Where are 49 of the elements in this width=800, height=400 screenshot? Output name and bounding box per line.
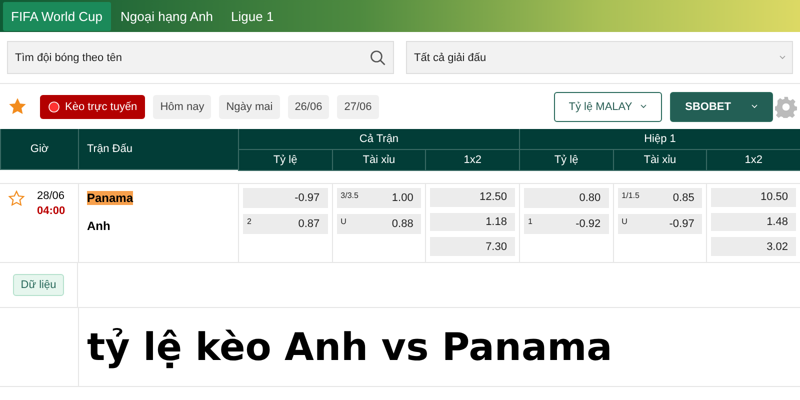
bookmaker-select[interactable]: SBOBET bbox=[670, 92, 773, 122]
odds-cell[interactable]: -0.97 bbox=[243, 188, 328, 208]
data-button[interactable]: Dữ liệu bbox=[12, 274, 64, 296]
search-icon bbox=[369, 48, 387, 66]
odds-cell[interactable]: 3/3.5 1.00 bbox=[336, 188, 422, 208]
odds-cell[interactable]: 1 -0.92 bbox=[524, 214, 609, 234]
column-header: 1x2 bbox=[425, 150, 519, 171]
caret-icon bbox=[751, 104, 758, 109]
odds-cell[interactable]: 10.50 bbox=[711, 188, 796, 207]
odds-cell[interactable]: 1.48 bbox=[711, 212, 796, 232]
odds-cell[interactable]: U -0.97 bbox=[618, 214, 702, 234]
settings-icon[interactable] bbox=[775, 96, 797, 118]
column-header: Trận Đấu bbox=[78, 129, 238, 170]
caret-icon bbox=[640, 104, 648, 109]
league-tab[interactable]: Ligue 1 bbox=[223, 2, 282, 30]
column-header: 1x2 bbox=[706, 150, 800, 171]
match-time: 04:00 bbox=[37, 205, 66, 217]
team-name: Anh bbox=[87, 219, 110, 233]
league-tab[interactable]: FIFA World Cup bbox=[3, 2, 111, 30]
date-chip[interactable]: 26/06 bbox=[288, 94, 330, 118]
odds-cell[interactable]: 1/1.5 0.85 bbox=[618, 188, 702, 208]
record-icon bbox=[48, 100, 60, 112]
odds-cell[interactable]: 2 0.87 bbox=[243, 214, 328, 234]
league-select[interactable]: Tất cả giải đấu bbox=[406, 41, 793, 74]
column-header: Tỷ lệ bbox=[238, 150, 332, 171]
star-icon[interactable] bbox=[9, 98, 26, 115]
odds-format-select[interactable]: Tỷ lệ MALAY bbox=[554, 92, 662, 122]
headline: tỷ lệ kèo Anh vs Panama bbox=[87, 325, 612, 369]
date-chip[interactable]: Ngày mai bbox=[219, 94, 280, 118]
star-icon[interactable] bbox=[8, 190, 25, 207]
odds-cell[interactable]: 3.02 bbox=[711, 237, 796, 256]
league-tab[interactable]: Ngoại hạng Anh bbox=[112, 2, 222, 30]
column-header: Tỷ lệ bbox=[518, 150, 613, 171]
column-group-header: Cả Trận bbox=[238, 129, 519, 150]
odds-cell[interactable]: 0.80 bbox=[524, 188, 609, 208]
date-chip[interactable]: 27/06 bbox=[337, 94, 379, 118]
date-chip[interactable]: Hôm nay bbox=[153, 94, 212, 118]
match-date: 28/06 bbox=[37, 190, 66, 202]
caret-icon bbox=[779, 55, 786, 60]
odds-cell[interactable]: U 0.88 bbox=[336, 214, 422, 234]
column-group-header: Hiệp 1 bbox=[518, 129, 800, 150]
live-odds-button[interactable]: Kèo trực tuyến bbox=[40, 94, 146, 118]
search-field[interactable]: Tìm đội bóng theo tên bbox=[7, 41, 394, 74]
column-header: Tài xỉu bbox=[612, 150, 706, 171]
column-header: Giờ bbox=[0, 129, 78, 170]
odds-cell[interactable]: 7.30 bbox=[430, 237, 515, 256]
column-header: Tài xỉu bbox=[332, 150, 426, 171]
odds-cell[interactable]: 1.18 bbox=[430, 212, 515, 232]
odds-cell[interactable]: 12.50 bbox=[430, 188, 515, 207]
